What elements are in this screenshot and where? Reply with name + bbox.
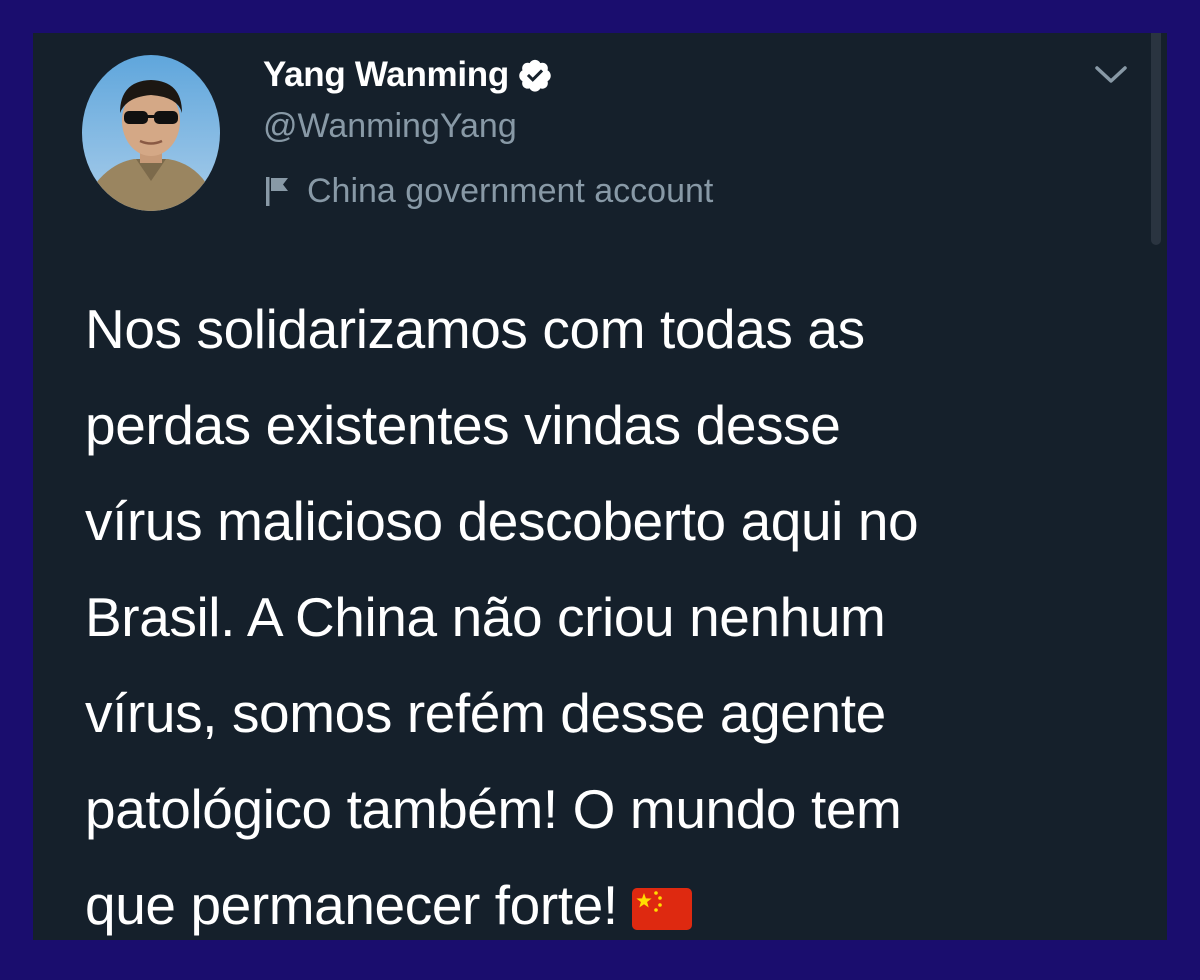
tweet-text-line: perdas existentes vindas desse xyxy=(85,394,841,456)
government-account-label[interactable]: China government account xyxy=(265,169,713,213)
government-account-text: China government account xyxy=(307,171,714,210)
tweet-text: Nos solidarizamos com todas as perdas ex… xyxy=(85,281,1095,940)
tweet-text-line: Brasil. A China não criou nenhum xyxy=(85,586,886,648)
tweet-text-line: que permanecer forte! xyxy=(85,874,618,936)
author-display-name[interactable]: Yang Wanming xyxy=(263,55,509,95)
avatar-photo xyxy=(82,55,220,211)
china-flag-icon xyxy=(631,863,692,930)
author-handle[interactable]: @WanmingYang xyxy=(263,107,517,146)
tweet-text-last-line: que permanecer forte! xyxy=(85,857,1095,940)
tweet-text-line: patológico também! O mundo tem xyxy=(85,778,902,840)
chevron-down-icon[interactable] xyxy=(1091,59,1131,89)
author-name-row[interactable]: Yang Wanming xyxy=(263,53,553,97)
flag-outline-icon xyxy=(265,175,291,207)
tweet-text-line: vírus malicioso descoberto aqui no xyxy=(85,490,919,552)
tweet-text-line: Nos solidarizamos com todas as xyxy=(85,298,865,360)
tweet-card: Yang Wanming @WanmingYang China governme… xyxy=(33,33,1167,940)
verified-badge-icon xyxy=(517,57,553,93)
tweet-text-line: vírus, somos refém desse agente xyxy=(85,682,886,744)
avatar[interactable] xyxy=(82,55,220,211)
scrollbar[interactable] xyxy=(1151,33,1161,245)
